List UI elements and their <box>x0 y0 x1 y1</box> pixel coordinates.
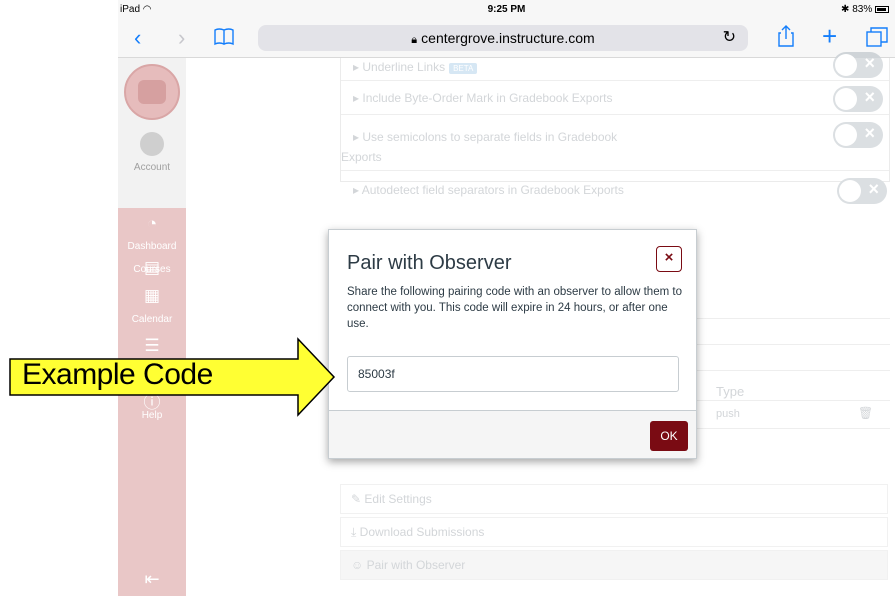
ios-status-bar: iPad ◠ 9:25 PM ✱ 83% <box>118 0 895 20</box>
close-icon[interactable]: × <box>656 246 682 272</box>
pairing-description: Share the following pairing code with an… <box>347 286 682 330</box>
chevron-right-icon[interactable]: › <box>178 26 185 50</box>
sidebar-item-dashboard[interactable]: Dashboard <box>118 241 186 252</box>
clock: 9:25 PM <box>487 4 526 15</box>
tabs-icon[interactable] <box>866 27 888 52</box>
dashboard-icon: ◔ <box>146 214 158 233</box>
avatar[interactable] <box>140 132 164 156</box>
pair-with-observer-dialog: Pair with Observer × Share the following… <box>328 229 697 459</box>
annotation-label: Example Code <box>22 358 213 391</box>
sidebar-header: Account <box>118 58 186 208</box>
global-navigation: Account ◔ Dashboard ▤ Courses ▦ Calendar… <box>118 58 186 596</box>
plus-icon[interactable]: + <box>822 23 837 49</box>
share-icon[interactable] <box>778 25 794 52</box>
bluetooth-icon: ✱ <box>841 4 850 15</box>
collapse-icon[interactable]: ⇤ <box>118 569 186 590</box>
address-bar[interactable]: 🔒︎ centergrove.instructure.com ↻ <box>258 25 748 51</box>
ok-button[interactable]: OK <box>650 421 688 451</box>
calendar-icon: ▦ <box>143 286 161 305</box>
battery-status: ✱ 83% <box>841 4 889 15</box>
reload-icon[interactable]: ↻ <box>723 25 736 51</box>
pairing-code-field[interactable]: 85003f <box>347 356 679 392</box>
sidebar-item-courses[interactable]: Courses <box>118 264 186 275</box>
dialog-title: Pair with Observer <box>347 252 512 274</box>
book-icon[interactable] <box>214 27 234 51</box>
school-logo[interactable] <box>124 64 180 120</box>
lock-icon: 🔒︎ <box>411 34 418 46</box>
sidebar-item-account[interactable]: Account <box>118 162 186 173</box>
browser-toolbar: ‹ › 🔒︎ centergrove.instructure.com ↻ + <box>118 20 895 58</box>
chevron-left-icon[interactable]: ‹ <box>134 26 141 50</box>
battery-icon <box>875 5 889 13</box>
dialog-footer: OK <box>329 410 696 458</box>
url-text: centergrove.instructure.com <box>421 30 595 46</box>
sidebar-item-calendar[interactable]: Calendar <box>118 314 186 325</box>
